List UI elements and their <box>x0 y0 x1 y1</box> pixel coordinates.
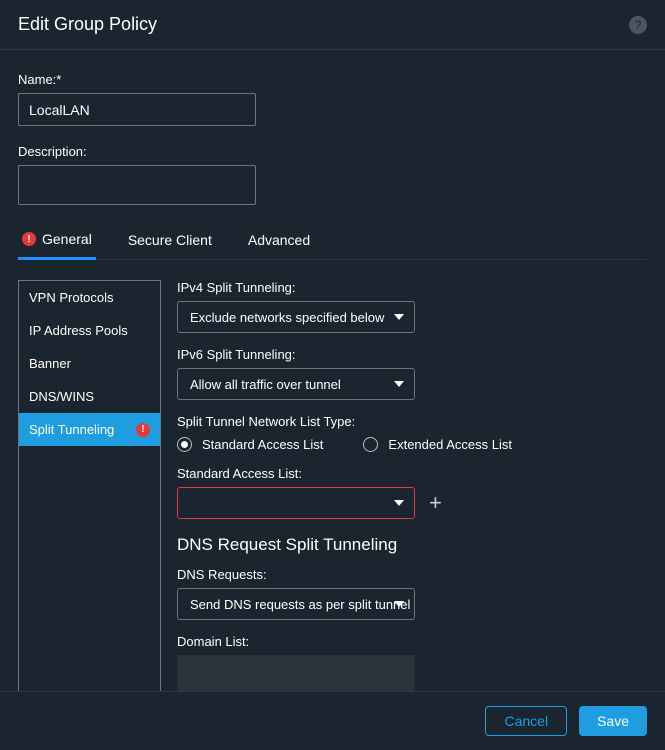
sidebar-item-label: IP Address Pools <box>29 323 128 338</box>
radio-standard-access-list[interactable]: Standard Access List <box>177 437 323 452</box>
plus-icon: + <box>429 490 442 515</box>
sidebar-item-label: DNS/WINS <box>29 389 94 404</box>
ipv4-split-select[interactable]: Exclude networks specified below <box>177 301 415 333</box>
sidebar-item-label: Split Tunneling <box>29 422 114 437</box>
main-panel: IPv4 Split Tunneling: Exclude networks s… <box>177 280 647 709</box>
chevron-down-icon <box>394 381 404 387</box>
radio-extended-access-list[interactable]: Extended Access List <box>363 437 512 452</box>
dns-section-heading: DNS Request Split Tunneling <box>177 535 637 555</box>
tab-general-label: General <box>42 231 92 247</box>
tab-bar: ! General Secure Client Advanced <box>18 223 647 260</box>
std-access-select[interactable] <box>177 487 415 519</box>
tab-advanced[interactable]: Advanced <box>244 224 314 258</box>
description-input[interactable] <box>18 165 256 205</box>
sidebar-item-label: VPN Protocols <box>29 290 114 305</box>
sidebar: VPN Protocols IP Address Pools Banner DN… <box>18 280 161 709</box>
tab-advanced-label: Advanced <box>248 232 310 248</box>
dialog-title: Edit Group Policy <box>18 14 157 35</box>
sidebar-item-banner[interactable]: Banner <box>19 347 160 380</box>
ipv6-split-label: IPv6 Split Tunneling: <box>177 347 637 362</box>
dns-requests-value: Send DNS requests as per split tunnel po… <box>190 597 415 612</box>
tab-secure-client[interactable]: Secure Client <box>124 224 216 258</box>
footer: Cancel Save <box>0 691 665 750</box>
alert-icon: ! <box>22 232 36 246</box>
chevron-down-icon <box>394 601 404 607</box>
sidebar-item-label: Banner <box>29 356 71 371</box>
std-access-label: Standard Access List: <box>177 466 637 481</box>
tab-secure-client-label: Secure Client <box>128 232 212 248</box>
ipv6-split-select[interactable]: Allow all traffic over tunnel <box>177 368 415 400</box>
dns-requests-label: DNS Requests: <box>177 567 637 582</box>
name-input[interactable] <box>18 93 256 126</box>
cancel-button[interactable]: Cancel <box>485 706 567 736</box>
sidebar-item-ip-address-pools[interactable]: IP Address Pools <box>19 314 160 347</box>
tab-general[interactable]: ! General <box>18 223 96 260</box>
ipv6-split-value: Allow all traffic over tunnel <box>190 377 341 392</box>
list-type-label: Split Tunnel Network List Type: <box>177 414 637 429</box>
radio-standard-label: Standard Access List <box>202 437 323 452</box>
radio-icon <box>177 437 192 452</box>
add-access-list-button[interactable]: + <box>425 492 446 514</box>
save-button[interactable]: Save <box>579 706 647 736</box>
name-label: Name:* <box>18 72 647 87</box>
help-icon[interactable]: ? <box>629 16 647 34</box>
radio-extended-label: Extended Access List <box>388 437 512 452</box>
dns-requests-select[interactable]: Send DNS requests as per split tunnel po… <box>177 588 415 620</box>
sidebar-item-dns-wins[interactable]: DNS/WINS <box>19 380 160 413</box>
ipv4-split-value: Exclude networks specified below <box>190 310 384 325</box>
sidebar-item-vpn-protocols[interactable]: VPN Protocols <box>19 281 160 314</box>
radio-icon <box>363 437 378 452</box>
chevron-down-icon <box>394 500 404 506</box>
ipv4-split-label: IPv4 Split Tunneling: <box>177 280 637 295</box>
domain-list-label: Domain List: <box>177 634 637 649</box>
chevron-down-icon <box>394 314 404 320</box>
sidebar-item-split-tunneling[interactable]: Split Tunneling ! <box>19 413 160 446</box>
alert-icon: ! <box>136 423 150 437</box>
description-label: Description: <box>18 144 647 159</box>
